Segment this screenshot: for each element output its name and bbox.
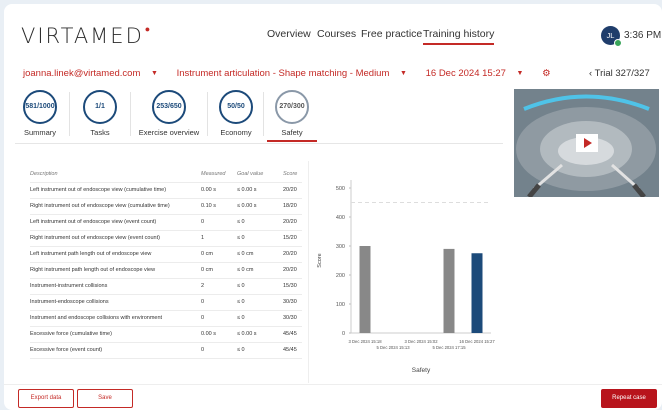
- x-tick-label: 5 Dec 2024 15:13: [376, 345, 410, 350]
- table-row: Excessive force (cumulative time) 0.00 s ≤…: [30, 327, 302, 343]
- table-header: Description Measured Goal value Score: [30, 167, 302, 183]
- trial-navigator[interactable]: ‹ Trial 327/327: [589, 68, 650, 79]
- safety-table: Description Measured Goal value Score Le…: [30, 167, 302, 359]
- y-tick-label: 200: [336, 273, 345, 279]
- export-data-button[interactable]: Export data: [18, 389, 74, 408]
- user-selector[interactable]: joanna.linek@virtamed.com ▼: [23, 68, 166, 79]
- chevron-down-icon: ▼: [400, 70, 407, 77]
- nav-training-history[interactable]: Training history: [423, 28, 495, 45]
- chart-bar: [443, 248, 455, 333]
- tab-tasks[interactable]: 1/1 Tasks: [75, 86, 125, 140]
- x-axis-label: Safety: [412, 367, 431, 374]
- score-ring: 50/50: [219, 90, 253, 124]
- y-axis-label: Score: [317, 253, 323, 267]
- tab-exercise-overview[interactable]: 253/650 Exercise overview: [135, 86, 203, 140]
- safety-chart: 0 100 200 300 400 500 3 Dec 2024 15:18 3 Dec 20…: [308, 161, 501, 383]
- settings-icon[interactable]: ⚙: [542, 68, 551, 79]
- table-row: Instrument-endoscope collisions 0 ≤ 0 30/30: [30, 295, 302, 311]
- x-tick-label: 3 Dec 2024 15:02: [404, 339, 438, 344]
- score-ring: 581/1000: [23, 90, 57, 124]
- tab-divider: [207, 92, 208, 136]
- date-selector[interactable]: 16 Dec 2024 15:27 ▼: [426, 68, 532, 79]
- tab-safety[interactable]: 270/300 Safety: [267, 86, 317, 142]
- video-player[interactable]: [514, 89, 659, 197]
- score-ring: 270/300: [275, 90, 309, 124]
- tab-divider: [69, 92, 70, 136]
- nav-free-practice[interactable]: Free practice: [361, 28, 422, 40]
- nav-overview[interactable]: Overview: [267, 28, 311, 40]
- exercise-selector[interactable]: Instrument articulation - Shape matching…: [177, 68, 415, 79]
- table-row: Left instrument path length out of endos…: [30, 247, 302, 263]
- breadcrumb: joanna.linek@virtamed.com ▼ Instrument a…: [23, 68, 559, 79]
- chevron-left-icon: ‹: [589, 68, 593, 79]
- online-status-icon: [614, 39, 622, 47]
- chevron-down-icon: ▼: [516, 70, 524, 77]
- chart-bar: [471, 253, 483, 333]
- logo-mark-icon: ●: [144, 25, 153, 35]
- table-row: Excessive force (event count) 0 ≤ 0 45/45: [30, 343, 302, 359]
- repeat-case-button[interactable]: Repeat case: [601, 389, 657, 408]
- main-card: VIRTAMED● Overview Courses Free practice…: [4, 4, 662, 410]
- table-row: Right instrument out of endoscope view (…: [30, 231, 302, 247]
- table-row: Left instrument out of endoscope view (c…: [30, 183, 302, 199]
- nav-courses[interactable]: Courses: [317, 28, 356, 40]
- table-row: Left instrument out of endoscope view (e…: [30, 215, 302, 231]
- tab-divider: [130, 92, 131, 136]
- footer-divider: [4, 384, 662, 385]
- x-tick-label: 5 Dec 2024 17:15: [432, 345, 466, 350]
- clock: 3:36 PM: [624, 30, 662, 41]
- tab-summary[interactable]: 581/1000 Summary: [15, 86, 65, 140]
- save-button[interactable]: Save: [77, 389, 133, 408]
- tab-divider: [263, 92, 264, 136]
- y-tick-label: 0: [342, 331, 345, 337]
- y-tick-label: 400: [336, 215, 345, 221]
- chart-bar: [359, 246, 371, 333]
- table-row: Instrument and endoscope collisions with…: [30, 311, 302, 327]
- safety-chart-svg: 0 100 200 300 400 500 3 Dec 2024 15:18 3 Dec 20…: [317, 180, 495, 374]
- table-row: Right instrument path length out of endo…: [30, 263, 302, 279]
- y-tick-label: 500: [336, 186, 345, 192]
- play-icon[interactable]: [576, 134, 598, 152]
- tab-economy[interactable]: 50/50 Economy: [211, 86, 261, 140]
- table-row: Instrument-instrument collisions 2 ≤ 0 15/3…: [30, 279, 302, 295]
- y-tick-label: 100: [336, 302, 345, 308]
- table-row: Right instrument out of endoscope view (…: [30, 199, 302, 215]
- y-tick-label: 300: [336, 244, 345, 250]
- x-tick-label: 3 Dec 2024 15:18: [348, 339, 382, 344]
- score-ring: 1/1: [83, 90, 117, 124]
- tab-divider-line: [15, 143, 503, 144]
- x-tick-label: 16 Dec 2024 15:27: [459, 339, 495, 344]
- chevron-down-icon: ▼: [151, 70, 158, 77]
- score-ring: 253/650: [152, 90, 186, 124]
- virtamed-logo[interactable]: VIRTAMED●: [21, 24, 152, 48]
